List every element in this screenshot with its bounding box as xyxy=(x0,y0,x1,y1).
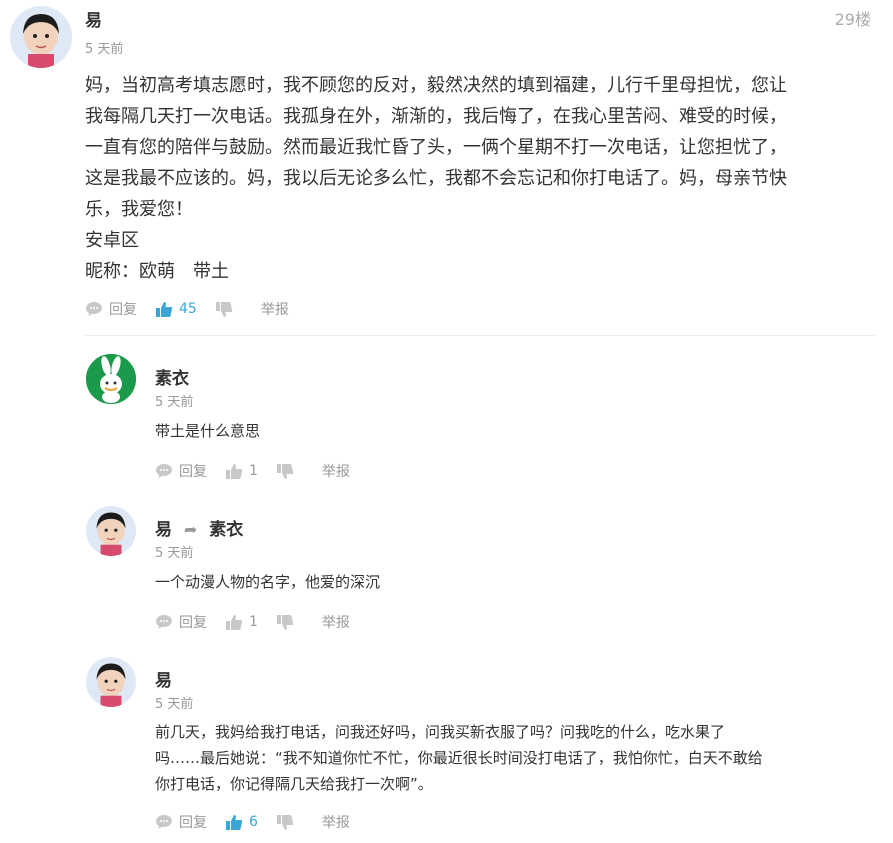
reply-button[interactable]: 回复 xyxy=(155,812,207,832)
reply-line: 前几天，我妈给我打电话，问我还好吗，问我买新衣服了吗？问我吃的什么，吃水果了 xyxy=(155,723,726,741)
reply-line: 吗……最后她说：“我不知道你忙不忙，你最近很长时间没打电话了，我怕你忙，白天不敢… xyxy=(155,749,763,767)
thumbs-down-icon xyxy=(215,301,232,317)
comment-icon xyxy=(156,815,172,829)
username[interactable]: 易 xyxy=(155,666,172,691)
dislike-button[interactable] xyxy=(215,301,239,318)
child-avatar-image xyxy=(10,6,72,68)
dislike-button[interactable] xyxy=(276,463,300,480)
like-count: 1 xyxy=(249,463,258,479)
reply-label: 回复 xyxy=(179,464,207,480)
reply-button[interactable]: 回复 xyxy=(155,612,207,632)
reply-body: 带土是什么意思 xyxy=(155,418,260,444)
thumbs-down-icon xyxy=(276,463,294,479)
comment-body: 妈，当初高考填志愿时，我不顾您的反对，毅然决然的填到福建，儿行千里母担忧，您让 … xyxy=(85,70,875,287)
comment-line: 乐，我爱您！ xyxy=(85,199,193,220)
reply-button[interactable]: 回复 xyxy=(85,299,137,319)
reply-line: 带土是什么意思 xyxy=(155,422,261,440)
child-avatar-image xyxy=(86,506,136,556)
floor-number: 29楼 xyxy=(834,10,871,29)
avatar[interactable] xyxy=(86,506,136,556)
avatar[interactable] xyxy=(86,354,136,404)
like-button[interactable]: 45 xyxy=(155,301,197,318)
reply-header: 易 ➦ 素衣 xyxy=(155,515,243,540)
reply-line: 你打电话，你记得隔几天给我打一次啊”。 xyxy=(155,775,433,793)
report-button[interactable]: 举报 xyxy=(322,812,350,832)
username[interactable]: 易 xyxy=(85,6,102,31)
reply-label: 回复 xyxy=(179,615,207,631)
comment-actions: 回复 45 举报 xyxy=(85,299,307,319)
thumbs-up-icon xyxy=(226,814,243,830)
report-button[interactable]: 举报 xyxy=(261,299,289,319)
comment-line: 这是我最不应该的。妈，我以后无论多么忙，我都不会忘记和你打电话了。妈，母亲节快 xyxy=(85,168,787,189)
dislike-button[interactable] xyxy=(276,814,300,831)
dislike-button[interactable] xyxy=(276,614,300,631)
thumbs-up-icon xyxy=(156,301,173,317)
comment-line: 安卓区 xyxy=(85,230,139,251)
comment-icon xyxy=(156,464,172,478)
avatar[interactable] xyxy=(10,6,72,68)
like-button[interactable]: 6 xyxy=(225,814,258,831)
comment-icon xyxy=(156,615,172,629)
reply-actions: 回复 6 举报 xyxy=(155,812,368,832)
like-count: 45 xyxy=(179,301,197,317)
reply-label: 回复 xyxy=(179,815,207,831)
comment-line: 昵称：欧萌 带土 xyxy=(85,261,229,282)
comment-icon xyxy=(86,302,102,316)
thumbs-up-icon xyxy=(226,614,243,630)
reply-body: 一个动漫人物的名字，他爱的深沉 xyxy=(155,569,380,595)
report-button[interactable]: 举报 xyxy=(322,461,350,481)
like-count: 1 xyxy=(249,614,258,630)
divider xyxy=(85,335,875,336)
reply-actions: 回复 1 举报 xyxy=(155,461,368,481)
thumbs-down-icon xyxy=(276,814,294,830)
timestamp: 5 天前 xyxy=(155,546,194,561)
avatar[interactable] xyxy=(86,657,136,707)
comment-line: 我每隔几天打一次电话。我孤身在外，渐渐的，我后悔了，在我心里苦闷、难受的时候， xyxy=(85,106,787,127)
reply-label: 回复 xyxy=(109,302,137,318)
reply-target-user[interactable]: 素衣 xyxy=(209,520,243,540)
thumbs-up-icon xyxy=(226,463,243,479)
reply-arrow-icon: ➦ xyxy=(183,520,198,539)
report-label: 举报 xyxy=(321,615,350,631)
like-button[interactable]: 1 xyxy=(225,463,258,480)
username[interactable]: 易 xyxy=(155,520,172,540)
reply-button[interactable]: 回复 xyxy=(155,461,207,481)
timestamp: 5 天前 xyxy=(155,395,194,410)
report-label: 举报 xyxy=(321,815,350,831)
timestamp: 5 天前 xyxy=(85,42,124,57)
like-count: 6 xyxy=(249,814,258,830)
reply-body: 前几天，我妈给我打电话，问我还好吗，问我买新衣服了吗？问我吃的什么，吃水果了 吗… xyxy=(155,719,875,797)
comment-line: 妈，当初高考填志愿时，我不顾您的反对，毅然决然的填到福建，儿行千里母担忧，您让 xyxy=(85,75,787,96)
report-button[interactable]: 举报 xyxy=(322,612,350,632)
report-label: 举报 xyxy=(260,302,289,318)
username[interactable]: 素衣 xyxy=(155,364,189,389)
child-avatar-image xyxy=(86,657,136,707)
like-button[interactable]: 1 xyxy=(225,614,258,631)
reply-actions: 回复 1 举报 xyxy=(155,612,368,632)
reply-line: 一个动漫人物的名字，他爱的深沉 xyxy=(155,573,381,591)
comment-line: 一直有您的陪伴与鼓励。然而最近我忙昏了头，一俩个星期不打一次电话，让您担忧了， xyxy=(85,137,787,158)
report-label: 举报 xyxy=(321,464,350,480)
thumbs-down-icon xyxy=(276,614,294,630)
rabbit-avatar xyxy=(86,354,136,404)
timestamp: 5 天前 xyxy=(155,697,194,712)
